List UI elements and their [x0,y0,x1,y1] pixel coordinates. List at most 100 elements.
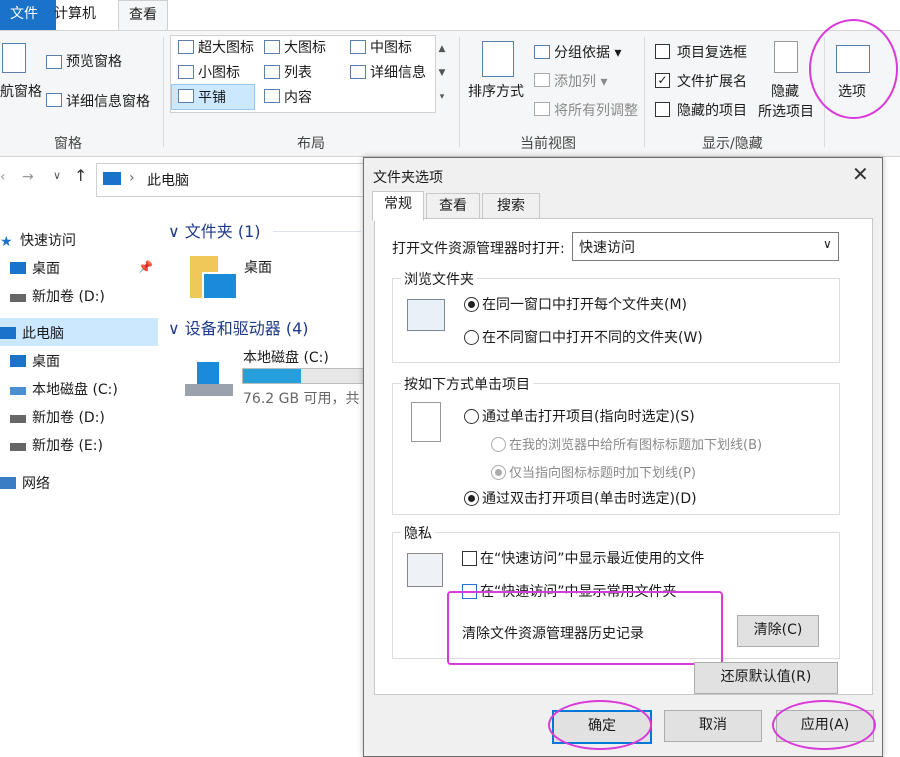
folder-desktop-label[interactable]: 桌面 [244,257,272,277]
folders-divider [273,231,361,232]
details-pane-button[interactable]: 详细信息窗格 [66,91,150,111]
list-icon [264,65,280,79]
drive-icon [10,443,26,451]
group-label-layout: 布局 [297,136,325,152]
disk-shape [185,384,233,396]
underline-hover-radio[interactable] [491,465,506,480]
underline-hover-label: 仅当指向图标标题时加下划线(P) [509,466,696,481]
fit-columns-button[interactable]: 将所有列调整 [554,100,638,120]
general-tab-panel: 打开文件资源管理器时打开: 快速访问 ∨ 浏览文件夹 在同一窗口中打开每个文件夹… [374,218,873,695]
forward-arrow-icon[interactable]: → [22,169,34,185]
layout-list[interactable]: 列表 [284,62,312,82]
ok-highlight-circle [548,700,652,750]
nav-network[interactable]: 网络 [0,473,50,493]
disk-usage-fill [243,369,301,383]
nav-drive-d-label: 新加卷 (D:) [32,289,105,305]
group-label-show-hide: 显示/隐藏 [702,136,763,152]
details-pane-icon [46,93,62,107]
tab-view-options[interactable]: 查看 [426,193,480,221]
layout-details[interactable]: 详细信息 [370,62,426,82]
underline-always-radio[interactable] [491,437,506,452]
layout-extra-large[interactable]: 超大图标 [198,37,254,57]
file-ext-checkbox[interactable]: ✓ [655,73,670,88]
open-explorer-value: 快速访问 [579,240,635,256]
system-drive-icon [10,387,26,395]
cancel-button[interactable]: 取消 [664,710,762,742]
click-items-icon [411,402,441,442]
group-label-pane: 窗格 [54,136,82,152]
nav-drive-e[interactable]: 新加卷 (E:) [10,435,103,455]
file-ext-label: 文件扩展名 [677,74,747,90]
navigation-pane: ★ 快速访问 桌面 📌 新加卷 (D:) 此电脑 桌面 本地磁盘 (C:) 新加卷… [0,205,160,757]
layout-large[interactable]: 大图标 [284,37,326,57]
ribbon-separator [644,37,645,147]
privacy-title: 隐私 [401,523,435,543]
devices-header[interactable]: ∨ 设备和驱动器 (4) [168,315,309,339]
preview-pane-icon [46,55,62,69]
click-items-group: 按如下方式单击项目 通过单击打开项目(指向时选定)(S) 在我的浏览器中给所有图… [392,374,840,515]
up-arrow-icon[interactable]: ↑ [74,166,87,185]
desktop-icon [10,262,26,274]
item-checkboxes-checkbox[interactable] [655,44,670,59]
sort-button[interactable]: 排序方式 [468,81,524,101]
same-window-radio[interactable] [464,297,479,312]
layout-small[interactable]: 小图标 [198,62,240,82]
add-column-button[interactable]: 添加列 ▾ [554,71,607,91]
ribbon-separator [163,37,164,147]
close-icon[interactable]: ✕ [852,162,869,186]
nav-this-pc[interactable]: 此电脑 [0,323,64,343]
nav-pane-button[interactable]: 航窗格 [0,81,42,101]
recent-dropdown-icon[interactable]: ∨ [53,169,61,182]
clear-history-button[interactable]: 清除(C) [737,615,819,647]
hidden-items-checkbox[interactable] [655,102,670,117]
group-by-button[interactable]: 分组依据 ▾ [554,42,621,62]
star-icon: ★ [0,234,13,250]
nav-quick-access[interactable]: ★ 快速访问 [0,230,76,250]
extra-large-icons-icon [178,40,194,54]
options-highlight-circle [809,19,898,119]
local-disk-icon[interactable] [185,362,235,398]
nav-local-c-label: 本地磁盘 (C:) [32,382,118,398]
layout-content[interactable]: 内容 [284,87,312,107]
single-click-radio[interactable] [464,409,479,424]
new-window-label: 在不同窗口中打开不同的文件夹(W) [482,330,703,346]
preview-pane-button[interactable]: 预览窗格 [66,51,122,71]
nav-drive-d-2[interactable]: 新加卷 (D:) [10,407,105,427]
path-this-pc[interactable]: 此电脑 [147,170,189,190]
local-disk-label[interactable]: 本地磁盘 (C:) [243,347,329,367]
nav-desktop[interactable]: 桌面 [10,258,60,278]
nav-desktop-2[interactable]: 桌面 [10,351,60,371]
browse-folders-icon [407,299,445,331]
recent-files-checkbox[interactable] [462,551,477,566]
dialog-title: 文件夹选项 [373,170,443,186]
disk-usage-bar [242,368,364,384]
browse-folders-group: 浏览文件夹 在同一窗口中打开每个文件夹(M) 在不同窗口中打开不同的文件夹(W) [392,269,840,363]
large-icons-icon [264,40,280,54]
double-click-radio[interactable] [464,491,479,506]
tab-general[interactable]: 常规 [372,191,424,221]
hide-selected-icon [774,41,798,73]
apply-highlight-circle [772,700,876,750]
new-window-radio[interactable] [464,330,479,345]
nav-drive-d[interactable]: 新加卷 (D:) [10,286,105,306]
pin-icon[interactable]: 📌 [138,260,153,274]
tab-view[interactable]: 查看 [118,0,168,31]
computer-icon [103,172,121,185]
tab-computer[interactable]: 计算机 [44,0,106,30]
hide-button[interactable]: 隐藏 [771,81,799,101]
nav-drive-e-label: 新加卷 (E:) [32,438,103,454]
layout-medium[interactable]: 中图标 [370,37,412,57]
desktop-folder-icon[interactable] [190,256,238,300]
address-field[interactable]: › 此电脑 [96,163,365,197]
folders-header[interactable]: ∨ 文件夹 (1) [168,218,261,242]
layout-tiles[interactable]: 平铺 [198,87,226,107]
tab-search[interactable]: 搜索 [482,193,540,221]
details-icon [350,65,366,79]
path-separator: › [129,170,135,186]
nav-local-c[interactable]: 本地磁盘 (C:) [10,379,118,399]
gallery-scroll[interactable]: ▲ ▼ ▾ [436,37,448,109]
open-explorer-select[interactable]: 快速访问 ∨ [572,232,839,261]
nav-quick-access-label: 快速访问 [20,233,76,249]
back-arrow-icon[interactable]: ‹ [0,169,6,185]
restore-defaults-button[interactable]: 还原默认值(R) [694,662,838,694]
